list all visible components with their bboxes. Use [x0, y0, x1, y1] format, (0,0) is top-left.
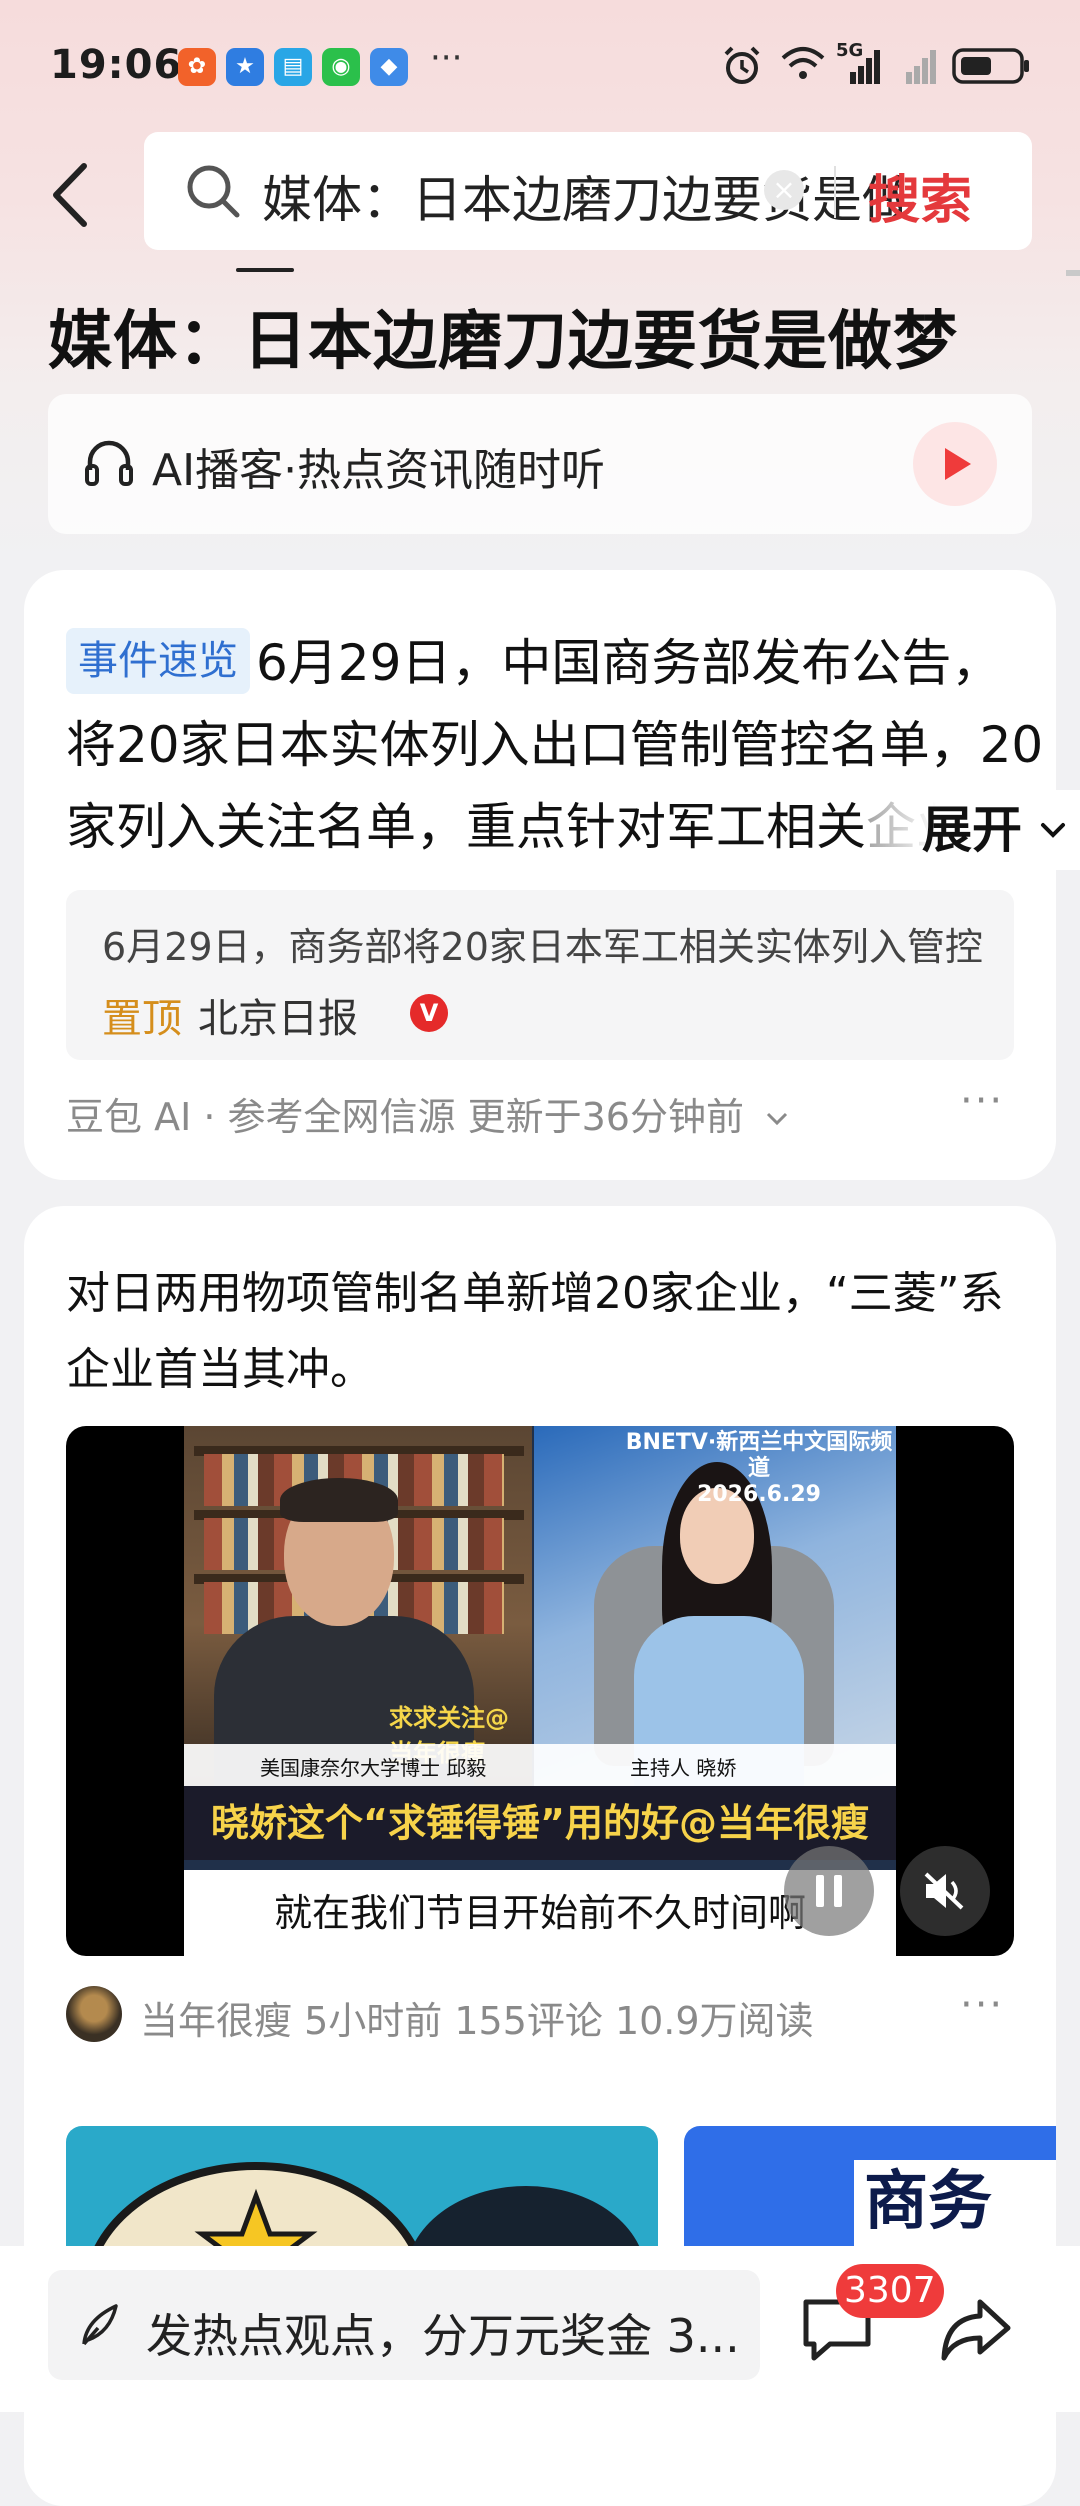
more-options-icon[interactable]: ···: [960, 1982, 1004, 2028]
video-guest-panel: 求求关注@当年很瘦: [184, 1426, 532, 1786]
comment-placeholder: 发热点观点，分万元奖金 3...: [146, 2309, 740, 2363]
video-player[interactable]: 求求关注@当年很瘦 BNETV·新西兰中文国际频道 2026.6.29 美国康奈…: [66, 1426, 1014, 1956]
search-icon: [187, 165, 240, 218]
ai-podcast-bar[interactable]: AI播客·热点资讯随时听: [48, 394, 1032, 534]
status-icons: 5G: [720, 40, 1050, 94]
article-meta: 当年很瘦 5小时前 155评论 10.9万阅读: [140, 1999, 814, 2043]
comment-count-badge: 3307: [836, 2264, 944, 2318]
verified-badge-icon: V: [410, 994, 448, 1032]
podcast-label: AI播客·热点资讯随时听: [152, 445, 606, 496]
ai-source-footer: 豆包 AI · 参考全网信源 更新于36分钟前: [66, 1086, 788, 1141]
source-text: 6月29日，商务部将20家日本军工相关实体列入管控名单: [102, 925, 982, 969]
book-icon: ▤: [274, 48, 312, 86]
source-reference[interactable]: 6月29日，商务部将20家日本军工相关实体列入管控名单 置顶 北京日报 V: [66, 890, 1014, 1060]
signal-weak-icon: [906, 50, 936, 84]
status-bar: 19:06 ✿ ★ ▤ ◉ ◆ ··· 5G: [0, 30, 1080, 110]
tab-indicator: [236, 268, 294, 272]
search-input[interactable]: 媒体：日本边磨刀边要货是做梦: [262, 160, 902, 232]
app-notification-icon: ✿: [178, 48, 216, 86]
app-notification-icon: ★: [226, 48, 264, 86]
play-button[interactable]: [913, 422, 997, 506]
chevron-down-icon[interactable]: [766, 1112, 788, 1126]
video-subtitle-yellow: 晓娇这个“求锤得锤”用的好@当年很瘦: [184, 1786, 896, 1860]
author-avatar[interactable]: [66, 1986, 122, 2042]
article-title[interactable]: 对日两用物项管制名单新增20家企业，“三菱”系企业首当其冲。: [66, 1256, 1016, 1408]
comment-input[interactable]: 发热点观点，分万元奖金 3...: [48, 2270, 760, 2380]
channel-label: BNETV·新西兰中文国际频道 2026.6.29: [622, 1430, 896, 1508]
bottom-action-bar: 发热点观点，分万元奖金 3... 3307: [0, 2246, 1080, 2412]
expand-button[interactable]: 展开: [864, 790, 1080, 870]
more-options-icon[interactable]: ···: [960, 1078, 1004, 1124]
broadcast-date: 2026.6.29: [697, 1482, 821, 1507]
shield-app-icon: ◆: [370, 48, 408, 86]
event-tag: 事件速览: [66, 628, 250, 694]
name-caption-bar: 美国康奈尔大学博士 邱毅 主持人 晓娇: [184, 1744, 896, 1786]
source-name: 北京日报: [198, 996, 358, 1042]
mute-button[interactable]: [900, 1846, 990, 1936]
guest-caption: 美国康奈尔大学博士 邱毅: [260, 1756, 487, 1780]
page-title: 媒体：日本边磨刀边要货是做梦: [48, 305, 958, 379]
clear-search-icon[interactable]: ×: [764, 170, 804, 210]
host-caption: 主持人 晓娇: [630, 1756, 737, 1780]
headphones-icon: [85, 440, 133, 486]
search-divider: [834, 166, 836, 218]
article-meta-row: 当年很瘦 5小时前 155评论 10.9万阅读 ···: [66, 1982, 1014, 2044]
alarm-icon: [724, 46, 760, 84]
event-summary-card: 事件速览 6月29日，中国商务部发布公告，将20家日本实体列入出口管制管控名单，2…: [24, 570, 1080, 1180]
pinned-label: 置顶: [102, 996, 182, 1042]
search-bar[interactable]: 媒体：日本边磨刀边要货是做梦 × 搜索: [144, 132, 1032, 250]
battery-icon: [952, 48, 1029, 84]
quill-icon: [82, 2304, 118, 2346]
pause-icon: [816, 1875, 842, 1907]
chevron-down-icon: [1041, 823, 1065, 838]
edge-indicator: [1066, 270, 1080, 276]
ai-footer-text: 豆包 AI · 参考全网信源 更新于36分钟前: [66, 1095, 744, 1139]
wifi-icon: [781, 47, 825, 79]
share-icon[interactable]: [936, 2288, 1016, 2368]
search-button[interactable]: 搜索: [868, 158, 972, 233]
expand-label: 展开: [922, 801, 1022, 859]
back-arrow-icon[interactable]: [46, 160, 96, 230]
muted-speaker-icon: [924, 1872, 964, 1910]
more-notifications-icon: ···: [430, 38, 463, 78]
signal-icon: [850, 50, 880, 84]
pause-button[interactable]: [784, 1846, 874, 1936]
wechat-icon: ◉: [322, 48, 360, 86]
play-icon: [945, 448, 971, 480]
channel-name: BNETV·新西兰中文国际频道: [625, 1430, 893, 1481]
status-time: 19:06: [50, 42, 183, 88]
